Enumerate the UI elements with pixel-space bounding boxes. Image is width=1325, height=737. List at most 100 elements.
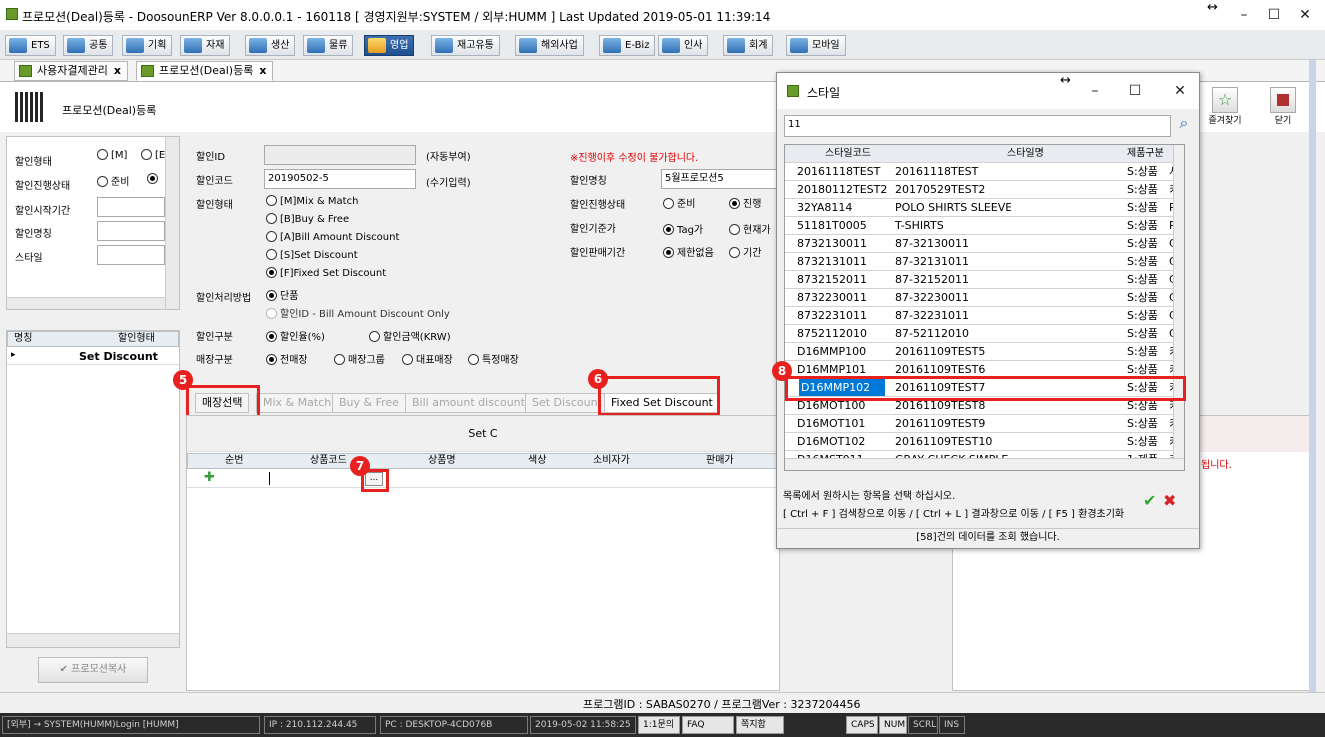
style-grid-row[interactable]: 51181T0005T-SHIRTSS:상품P xyxy=(785,217,1184,235)
list-scrollbar[interactable] xyxy=(7,633,179,647)
radio-status-progress[interactable] xyxy=(147,173,161,185)
menu-common[interactable]: 공통 xyxy=(63,35,114,56)
tab-close-icon[interactable]: x xyxy=(259,64,266,77)
tab-mix-match[interactable]: Mix & Match xyxy=(256,393,339,413)
style-grid-row[interactable]: 873223101187-32231011S:상품C xyxy=(785,307,1184,325)
copy-promotion-button[interactable]: ✔ 프로모션복사 xyxy=(38,657,148,683)
menu-sales[interactable]: 영업 xyxy=(364,35,415,56)
radio-specific-store[interactable]: 특정매장 xyxy=(468,351,519,366)
style-grid-cell: 8732231011 xyxy=(797,309,867,322)
radio-all-stores[interactable]: 전매장 xyxy=(266,351,308,366)
radio-progress-ready[interactable]: 준비 xyxy=(663,195,695,210)
style-grid-row[interactable]: D16MOT10220161109TEST10S:상품키 xyxy=(785,433,1184,451)
tab-set-discount[interactable]: Set Discount xyxy=(525,393,609,413)
close-button[interactable]: ✕ xyxy=(1290,4,1320,26)
radio-mix-match[interactable]: [M]Mix & Match xyxy=(266,195,358,207)
style-grid-cell: 32YA8114 xyxy=(797,201,853,214)
menu-overseas[interactable]: 해외사업 xyxy=(515,35,584,56)
menu-material[interactable]: 자재 xyxy=(180,35,231,56)
dialog-minimize-button[interactable]: – xyxy=(1080,80,1110,102)
menu-logistics[interactable]: 물류 xyxy=(303,35,354,56)
dialog-maximize-button[interactable]: ☐ xyxy=(1120,80,1150,102)
style-grid-row[interactable]: 875211201087-52112010S:상품C xyxy=(785,325,1184,343)
grid-vertical-scrollbar[interactable] xyxy=(1173,145,1184,458)
radio-status-ready[interactable]: 준비 xyxy=(97,173,129,188)
style-grid-row[interactable]: D16MMP10020161109TEST5S:상품키 xyxy=(785,343,1184,361)
detail-new-row[interactable]: ✚ ... xyxy=(187,470,779,488)
qr-code-icon xyxy=(15,92,45,122)
style-grid-cell: 8732152011 xyxy=(797,273,867,286)
label-name: 할인명칭 xyxy=(15,229,52,240)
add-row-icon[interactable]: ✚ xyxy=(204,470,215,485)
radio-unlimited[interactable]: 제한없음 xyxy=(663,244,714,259)
confirm-icon[interactable]: ✔ xyxy=(1143,491,1156,510)
style-grid-row[interactable]: 20161118TEST20161118TESTS:상품서 xyxy=(785,163,1184,181)
style-grid-row[interactable]: 32YA8114POLO SHIRTS SLEEVES:상품P xyxy=(785,199,1184,217)
inquiry-button[interactable]: 1:1문의 xyxy=(638,716,680,734)
radio-type-m[interactable]: [M] xyxy=(97,149,127,161)
radio-current-price[interactable]: 현재가 xyxy=(729,221,771,236)
radio-rate[interactable]: 할인율(%) xyxy=(266,328,325,343)
radio-bill-amount[interactable]: [A]Bill Amount Discount xyxy=(266,231,399,243)
dialog-close-button[interactable]: ✕ xyxy=(1165,80,1195,102)
radio-single[interactable]: 단품 xyxy=(266,287,298,302)
tab-bill-amount[interactable]: Bill amount discount xyxy=(405,393,532,413)
start-period-input[interactable] xyxy=(97,197,165,217)
tab-user-payment[interactable]: 사용자결제관리 x xyxy=(14,61,128,81)
tab-promotion-deal[interactable]: 프로모션(Deal)등록 x xyxy=(136,61,274,81)
tab-close-icon[interactable]: x xyxy=(114,64,121,77)
planning-icon xyxy=(126,38,144,53)
grid-horizontal-scrollbar[interactable] xyxy=(785,458,1184,470)
menu-ets[interactable]: ETS xyxy=(5,35,56,56)
radio-discount-id-bill[interactable]: 할인ID - Bill Amount Discount Only xyxy=(266,305,450,320)
search-icon[interactable]: ⌕ xyxy=(1173,113,1195,135)
radio-tag-price[interactable]: Tag가 xyxy=(663,221,703,236)
radio-set-discount[interactable]: [S]Set Discount xyxy=(266,249,358,261)
tab-buy-free[interactable]: Buy & Free xyxy=(332,393,406,413)
radio-buy-free[interactable]: [B]Buy & Free xyxy=(266,213,349,225)
horizontal-scrollbar[interactable] xyxy=(7,297,165,309)
menu-planning[interactable]: 기획 xyxy=(122,35,173,56)
style-grid-row[interactable]: D16MOT10120161109TEST9S:상품키 xyxy=(785,415,1184,433)
style-grid-row[interactable]: 20180112TEST220170529TEST2S:상품키 xyxy=(785,181,1184,199)
menu-inventory[interactable]: 재고유통 xyxy=(431,35,500,56)
radio-period[interactable]: 기간 xyxy=(729,244,761,259)
minimize-button[interactable]: – xyxy=(1229,4,1259,26)
style-grid-row[interactable]: 873215201187-32152011S:상품C xyxy=(785,271,1184,289)
radio-type-e[interactable]: [E xyxy=(141,149,165,161)
style-grid-cell: 8732130011 xyxy=(797,237,867,250)
style-search-input[interactable]: 11 xyxy=(784,115,1171,137)
menu-accounting[interactable]: 회계 xyxy=(723,35,774,56)
discount-id-input[interactable] xyxy=(264,145,416,165)
discount-code-input[interactable]: 20190502-5 xyxy=(264,169,416,189)
menu-hr[interactable]: 인사 xyxy=(658,35,709,56)
style-grid-row[interactable]: 873213001187-32130011S:상품C xyxy=(785,235,1184,253)
style-grid-row[interactable]: 873213101187-32131011S:상품C xyxy=(785,253,1184,271)
radio-progress-active[interactable]: 진행 xyxy=(729,195,761,210)
style-grid-cell: 20161109TEST5 xyxy=(895,345,986,358)
faq-button[interactable]: FAQ xyxy=(682,716,734,734)
name-input[interactable] xyxy=(97,221,165,241)
maximize-button[interactable]: ☐ xyxy=(1259,4,1289,26)
messages-button[interactable]: 쪽지함 xyxy=(736,716,784,734)
production-icon xyxy=(249,38,267,53)
menu-mobile[interactable]: 모바일 xyxy=(786,35,846,56)
label-progress: 할인진행상태 xyxy=(15,181,71,192)
vertical-scrollbar[interactable] xyxy=(165,137,179,309)
radio-store-group[interactable]: 매장그룹 xyxy=(334,351,385,366)
radio-amount[interactable]: 할인금액(KRW) xyxy=(369,328,451,343)
close-page-button[interactable]: 닫기 xyxy=(1265,87,1301,127)
style-grid-row[interactable]: 873223001187-32230011S:상품C xyxy=(785,289,1184,307)
favorites-button[interactable]: ☆ 즐겨찾기 xyxy=(1207,87,1243,127)
style-grid-cell: S:상품 xyxy=(1127,435,1158,448)
cancel-icon[interactable]: ✖ xyxy=(1163,491,1176,510)
overseas-icon xyxy=(519,38,537,53)
radio-main-store[interactable]: 대표매장 xyxy=(402,351,453,366)
radio-fixed-set[interactable]: [F]Fixed Set Discount xyxy=(266,267,386,279)
menu-production[interactable]: 생산 xyxy=(245,35,296,56)
style-input[interactable] xyxy=(97,245,165,265)
discount-name-input[interactable]: 5월프로모션5 xyxy=(661,169,779,189)
style-grid: 스타일코드 스타일명 제품구분 20161118TEST 20161118TEST… xyxy=(784,144,1185,471)
list-item[interactable]: ▸ Set Discount xyxy=(7,348,179,365)
menu-ebiz[interactable]: E-Biz xyxy=(599,35,656,56)
